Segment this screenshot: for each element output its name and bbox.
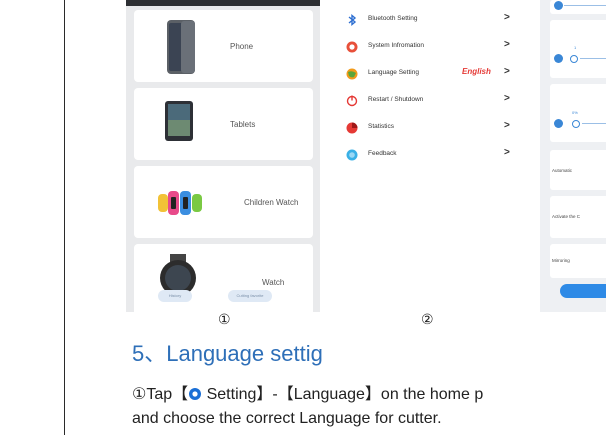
settings-row-language[interactable]: Language Setting English > xyxy=(334,60,526,88)
slider-handle[interactable] xyxy=(572,120,580,128)
bluetooth-icon xyxy=(348,14,357,26)
category-card-phone[interactable]: Phone xyxy=(134,10,313,82)
phone-icon xyxy=(167,20,195,74)
settings-row-label: Bluetooth Setting xyxy=(368,15,418,22)
statistics-icon xyxy=(346,122,358,134)
power-icon xyxy=(346,95,358,107)
settings-screenshot: Bluetooth Setting > System Infromation >… xyxy=(334,0,526,312)
minus-button[interactable] xyxy=(554,119,563,128)
slider-value: 0% xyxy=(572,110,578,115)
settings-row-label: System Infromation xyxy=(368,42,424,49)
top-bar xyxy=(126,0,320,6)
category-label: Watch xyxy=(262,278,285,287)
device-category-screenshot: Phone Tablets Children Watch Watch Histo… xyxy=(126,0,320,312)
category-card-tablets[interactable]: Tablets xyxy=(134,88,313,160)
category-label: Children Watch xyxy=(244,198,299,207)
step-number-2: ② xyxy=(421,311,434,327)
instruction-line-1: ①Tap【 Setting】-【Language】on the home p xyxy=(132,386,484,403)
history-tab[interactable]: History xyxy=(158,290,192,302)
step-number-1: ① xyxy=(218,311,231,327)
settings-row-bluetooth[interactable]: Bluetooth Setting > xyxy=(334,6,526,34)
settings-row-label: Restart / Shutdown xyxy=(368,96,424,103)
chevron-right-icon: > xyxy=(504,120,510,131)
minus-button[interactable] xyxy=(554,54,563,63)
chevron-right-icon: > xyxy=(504,39,510,50)
slider-handle[interactable] xyxy=(554,1,563,10)
category-card-watch[interactable]: Watch xyxy=(134,244,313,312)
settings-row-label: Feedback xyxy=(368,150,397,157)
category-label: Tablets xyxy=(230,120,256,129)
settings-row-statistics[interactable]: Statistics > xyxy=(334,114,526,142)
tablet-icon xyxy=(165,101,193,141)
settings-row-label: Statistics xyxy=(368,123,395,130)
feedback-icon xyxy=(346,149,358,161)
cutting-favorite-tab[interactable]: Cutting favorite xyxy=(228,290,272,302)
category-card-children-watch[interactable]: Children Watch xyxy=(134,166,313,238)
slider-value: 1 xyxy=(574,45,577,50)
info-icon xyxy=(346,41,358,53)
chevron-right-icon: > xyxy=(504,147,510,158)
chevron-right-icon: > xyxy=(504,66,510,77)
chevron-right-icon: > xyxy=(504,93,510,104)
confirm-button[interactable] xyxy=(560,284,606,298)
slider-handle[interactable] xyxy=(570,55,578,63)
instruction-line-2: and choose the correct Language for cutt… xyxy=(132,410,442,427)
children-watch-icon xyxy=(158,191,202,215)
setting-icon xyxy=(189,388,202,400)
activate-label: Activate the C xyxy=(552,214,581,219)
section-heading: 5、Language settig xyxy=(132,341,323,366)
left-margin-rule xyxy=(64,0,65,435)
settings-row-system-information[interactable]: System Infromation > xyxy=(334,33,526,61)
device-settings-screenshot: 1 0% Automatic Activate the C Mirroring xyxy=(540,0,606,312)
language-value: English xyxy=(462,67,491,76)
category-label: Phone xyxy=(230,42,254,51)
settings-row-feedback[interactable]: Feedback > xyxy=(334,141,526,169)
language-icon xyxy=(346,68,358,80)
settings-row-label: Language Setting xyxy=(368,69,419,76)
automatic-label: Automatic xyxy=(552,168,573,173)
settings-row-restart-shutdown[interactable]: Restart / Shutdown > xyxy=(334,87,526,115)
chevron-right-icon: > xyxy=(504,12,510,23)
mirroring-label: Mirroring xyxy=(552,258,570,263)
